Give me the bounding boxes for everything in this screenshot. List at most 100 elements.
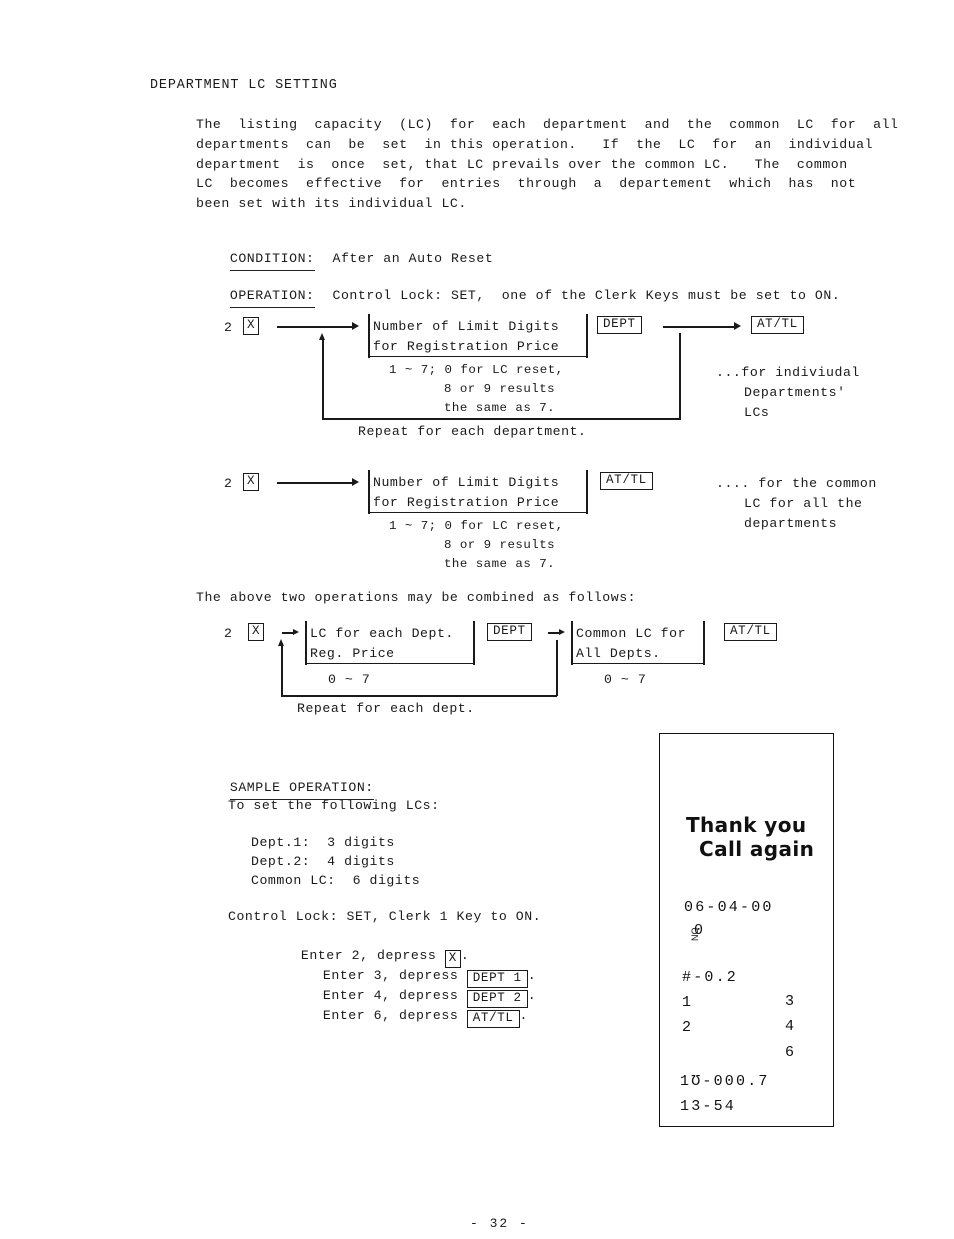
flow1-loop-arrow-head (319, 333, 325, 340)
flow3-box1-line-1: LC for each Dept. (310, 626, 454, 641)
flow1-key-attl[interactable]: AT/TL (751, 316, 804, 334)
intro-line-2: departments can be set in this operation… (196, 137, 874, 152)
flow1-box-line-1: Number of Limit Digits (373, 319, 560, 334)
flow1-box-line-2: for Registration Price (373, 339, 560, 354)
intro-line-1: The listing capacity (LC) for each depar… (196, 117, 899, 132)
sample-step-4-post: . (519, 1007, 529, 1023)
sample-step-4: Enter 6, depress AT/TL. (289, 986, 528, 1047)
sample-operation-title: SAMPLE OPERATION: (229, 778, 374, 800)
condition-value: After an Auto Reset (332, 250, 494, 266)
flow3-box2-line-2: All Depts. (576, 646, 661, 661)
flow1-loop-left-leg (322, 339, 324, 419)
sample-setting-2: Dept.2: 4 digits (251, 854, 395, 869)
flow3-key-x[interactable]: X (248, 623, 265, 641)
intro-line-5: been set with its individual LC. (196, 196, 467, 211)
flow1-arrow-line (277, 326, 353, 328)
intro-line-4: LC becomes effective for entries through… (196, 176, 857, 191)
sample-step-4-key[interactable]: AT/TL (466, 1009, 520, 1028)
flow3-loop-label: Repeat for each dept. (297, 701, 475, 716)
flow3-key-attl[interactable]: AT/TL (724, 623, 777, 641)
flow3-box1-left-bar (305, 621, 307, 665)
flow2-note-3: the same as 7. (444, 557, 556, 571)
receipt-no-value: 0 (694, 922, 706, 939)
page-title: DEPARTMENT LC SETTING (150, 78, 338, 93)
flow1-note-2: 8 or 9 results (444, 382, 556, 396)
flow3-loop-arrow-head (278, 639, 284, 646)
flow1-note-3: the same as 7. (444, 401, 556, 415)
flow2-key-attl[interactable]: AT/TL (600, 472, 653, 490)
flow2-annotation-2: LC for all the (744, 496, 863, 511)
flow2-note-2: 8 or 9 results (444, 538, 556, 552)
receipt-greeting-line-1: Thank you (686, 813, 807, 837)
flow3-box2-right-bar (703, 621, 705, 665)
flow3-box1-line-2: Reg. Price (310, 646, 395, 661)
flow1-arrow2-line (663, 326, 735, 328)
operation-value: Control Lock: SET, one of the Clerk Keys… (332, 287, 841, 303)
flow2-box-underline (370, 512, 586, 514)
receipt-greeting-line-2: Call again (699, 837, 815, 861)
flow3-arrow2-head (559, 628, 565, 635)
flow3-box2-underline (573, 663, 703, 665)
sample-control-lock: Control Lock: SET, Clerk 1 Key to ON. (228, 909, 542, 924)
page-number: - 32 - (470, 1216, 529, 1231)
receipt-date: 06-04-00 (684, 899, 774, 916)
flow2-arrow-head (352, 478, 359, 486)
flow3-loop-left-leg (281, 645, 283, 696)
flow3-start-digit: 2 (224, 626, 233, 641)
flow3-key-dept[interactable]: DEPT (487, 623, 532, 641)
flow3-box2-line-1: Common LC for (576, 626, 687, 641)
flow1-arrow2-head (734, 322, 741, 330)
flow1-annotation-3: LCs (744, 405, 770, 420)
flow1-key-dept[interactable]: DEPT (597, 316, 642, 334)
flow1-loop-bottom (322, 418, 681, 420)
sample-step-3-post: . (527, 987, 537, 1003)
operation-row: OPERATION: Control Lock: SET, one of the … (196, 266, 840, 325)
receipt-row-2-right: 3 (785, 993, 797, 1010)
receipt-row-3-left: 2 (682, 1019, 694, 1036)
flow3-arrow1-head (293, 628, 299, 635)
receipt-row-3-right: 4 (785, 1018, 797, 1035)
flow1-box-left-bar (368, 314, 370, 358)
flow1-box-underline (370, 356, 586, 358)
flow2-annotation-1: .... for the common (716, 476, 877, 491)
flow2-box-left-bar (368, 470, 370, 514)
flow3-loop-right-leg (556, 640, 558, 696)
receipt-sample: Thank you Call again 06-04-00 NO 0 #-0.2… (659, 733, 834, 1127)
receipt-time-line: 13-54 (680, 1098, 737, 1115)
flow3-box1-underline (307, 663, 473, 665)
operation-label: OPERATION: (229, 286, 315, 308)
flow2-arrow-line (277, 482, 353, 484)
flow2-box-line-2: for Registration Price (373, 495, 560, 510)
sample-setting-1: Dept.1: 3 digits (251, 835, 395, 850)
flow3-box1-right-bar (473, 621, 475, 665)
flow1-note-1: 1 ~ 7; 0 for LC reset, (389, 363, 564, 377)
flow1-start-digit: 2 (224, 320, 233, 335)
flow2-note-1: 1 ~ 7; 0 for LC reset, (389, 519, 564, 533)
flow3-box1-range: 0 ~ 7 (328, 672, 371, 687)
flow1-arrow-head (352, 322, 359, 330)
flow2-box-right-bar (586, 470, 588, 514)
sample-setting-3: Common LC: 6 digits (251, 873, 421, 888)
sample-lead: To set the following LCs: (228, 798, 440, 813)
flow1-annotation-2: Departments' (744, 385, 846, 400)
flow1-key-x[interactable]: X (243, 317, 260, 335)
document-page: DEPARTMENT LC SETTING The listing capaci… (0, 0, 954, 1239)
flow3-loop-bottom (281, 695, 557, 697)
flow2-key-x[interactable]: X (243, 473, 260, 491)
flow2-annotation-3: departments (744, 516, 838, 531)
flow1-loop-label: Repeat for each department. (358, 424, 587, 439)
flow2-box-line-1: Number of Limit Digits (373, 475, 560, 490)
intro-line-3: department is once set, that LC prevails… (196, 157, 848, 172)
receipt-row-2-left: 1 (682, 994, 694, 1011)
sample-step-4-pre: Enter 6, depress (322, 1007, 467, 1023)
flow2-start-digit: 2 (224, 476, 233, 491)
receipt-row-4-right: 6 (785, 1044, 797, 1061)
flow1-loop-right-leg (679, 333, 681, 419)
flow1-box-right-bar (586, 314, 588, 358)
flow3-box2-left-bar (571, 621, 573, 665)
receipt-row-1-left: #-0.2 (682, 969, 739, 986)
flow1-annotation-1: ...for indiviudal (716, 365, 860, 380)
combined-intro: The above two operations may be combined… (196, 590, 637, 605)
receipt-total-line: 1Ʊ-000.7 (680, 1073, 770, 1090)
flow3-box2-range: 0 ~ 7 (604, 672, 647, 687)
